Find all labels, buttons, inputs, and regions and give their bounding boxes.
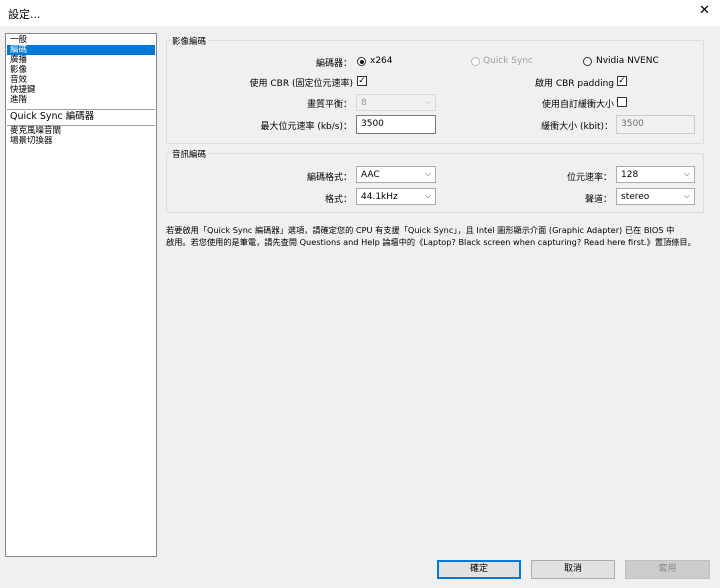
audio-channels-value: stereo [621, 192, 650, 202]
sidebar-item-noise-gate[interactable]: 麥克風噪音閘 [7, 126, 155, 136]
chevron-down-icon: ⌵ [683, 191, 690, 200]
sidebar-item-broadcast[interactable]: 廣播 [7, 55, 155, 65]
audio-codec-label: 編碼格式： [306, 173, 352, 183]
close-icon[interactable]: ✕ [699, 3, 710, 18]
audio-format-label: 格式： [324, 195, 352, 205]
audio-channels-label: 聲道： [584, 195, 612, 205]
encoder-x264-label[interactable]: x264 [370, 56, 393, 66]
audio-channels-select[interactable]: stereo ⌵ [616, 188, 695, 205]
use-cbr-checkbox[interactable]: ✓ [357, 76, 367, 86]
audio-bitrate-label: 位元速率： [566, 173, 612, 183]
encoder-quicksync-label: Quick Sync [483, 56, 534, 66]
note-line-1: 若要啟用「Quick Sync 編碼器」選項，請確定您的 CPU 有支援「Qui… [166, 225, 675, 235]
quality-balance-value: 8 [361, 98, 367, 108]
quicksync-note: 若要啟用「Quick Sync 編碼器」選項，請確定您的 CPU 有支援「Qui… [166, 224, 702, 248]
window-title: 設定... [8, 8, 41, 21]
cbr-padding-label: 啟用 CBR padding [534, 79, 614, 89]
audio-bitrate-select[interactable]: 128 ⌵ [616, 166, 695, 183]
audio-group-title: 音訊編碼 [170, 148, 209, 160]
audio-bitrate-value: 128 [621, 170, 639, 180]
chevron-down-icon: ⌵ [683, 169, 690, 178]
custom-buffer-checkbox[interactable] [617, 97, 627, 107]
video-group-title: 影像編碼 [170, 35, 209, 47]
custom-buffer-label: 使用自訂緩衝大小 [541, 100, 614, 110]
settings-sidebar: 一般 編碼 廣播 影像 音效 快捷鍵 進階 Quick Sync 編碼器 麥克風… [5, 33, 157, 557]
sidebar-item-video[interactable]: 影像 [7, 65, 155, 75]
audio-format-select[interactable]: 44.1kHz ⌵ [356, 188, 436, 205]
buffer-size-input: 3500 [616, 115, 695, 134]
audio-codec-value: AAC [361, 170, 380, 180]
buffer-size-label: 緩衝大小 (kbit)： [541, 122, 613, 132]
max-bitrate-label: 最大位元速率 (kb/s)： [260, 122, 352, 132]
cbr-padding-checkbox[interactable]: ✓ [617, 76, 627, 86]
sidebar-item-general[interactable]: 一般 [7, 35, 155, 45]
chevron-down-icon: ⌵ [424, 97, 431, 106]
chevron-down-icon: ⌵ [424, 191, 431, 200]
encoder-quicksync-radio [471, 57, 480, 66]
apply-button: 套用 [625, 560, 710, 579]
cancel-button[interactable]: 取消 [531, 560, 615, 579]
sidebar-item-advanced[interactable]: 進階 [7, 95, 155, 105]
sidebar-item-audio[interactable]: 音效 [7, 75, 155, 85]
sidebar-item-quicksync-encoder[interactable]: Quick Sync 編碼器 [7, 111, 155, 123]
audio-format-value: 44.1kHz [361, 192, 398, 202]
sidebar-item-scene-switcher[interactable]: 場景切換器 [7, 136, 155, 146]
use-cbr-label: 使用 CBR (固定位元速率) [249, 79, 353, 89]
quality-balance-select: 8 ⌵ [356, 94, 436, 111]
encoder-nvenc-label[interactable]: Nvidia NVENC [596, 56, 659, 66]
title-bar [0, 0, 720, 26]
sidebar-divider [7, 109, 155, 110]
sidebar-item-encoding[interactable]: 編碼 [7, 45, 155, 55]
note-line-2: 啟用。若您使用的是筆電，請先查閱 Questions and Help 論壇中的… [166, 237, 696, 247]
audio-codec-select[interactable]: AAC ⌵ [356, 166, 436, 183]
encoder-label: 編碼器： [315, 59, 352, 69]
chevron-down-icon: ⌵ [424, 169, 431, 178]
max-bitrate-input[interactable]: 3500 [356, 115, 436, 134]
ok-button[interactable]: 確定 [437, 560, 521, 579]
sidebar-item-hotkeys[interactable]: 快捷鍵 [7, 85, 155, 95]
quality-balance-label: 畫質平衡： [306, 100, 352, 110]
encoder-x264-radio[interactable] [357, 57, 366, 66]
encoder-nvenc-radio[interactable] [583, 57, 592, 66]
